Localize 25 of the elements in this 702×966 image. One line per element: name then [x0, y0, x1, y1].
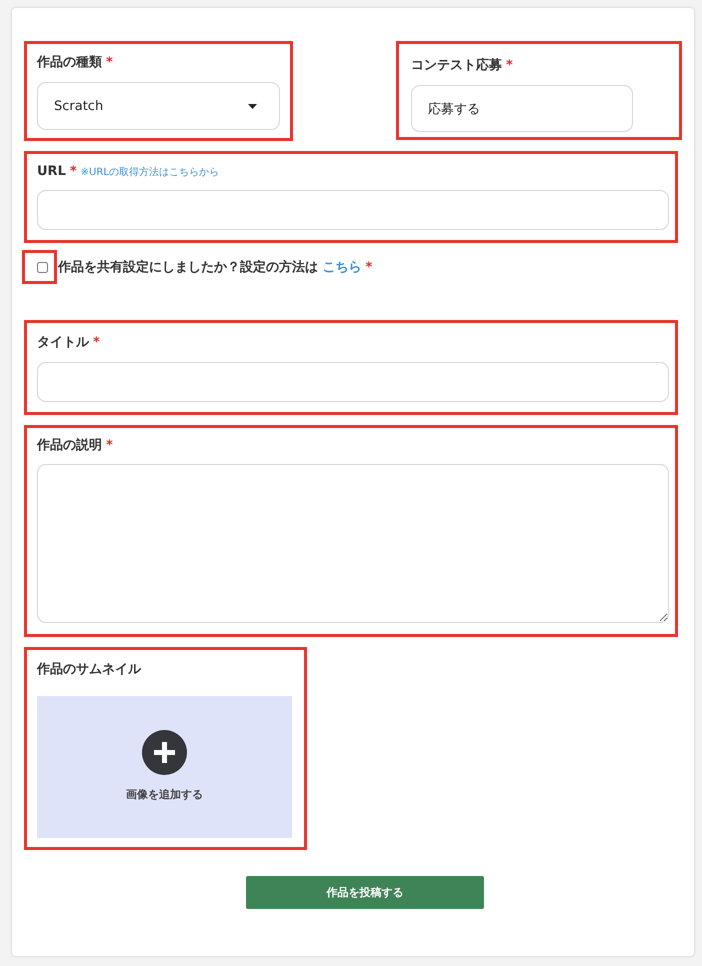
type-select[interactable]: Scratch — [37, 82, 280, 130]
upload-label: 画像を追加する — [126, 787, 203, 802]
field-label: タイトル — [37, 334, 89, 351]
field-label: URL — [37, 164, 66, 179]
required-mark: * — [70, 164, 77, 179]
upload-area[interactable]: 画像を追加する — [37, 696, 292, 838]
checkbox[interactable] — [37, 262, 48, 272]
required-mark: * — [366, 260, 372, 274]
required-mark: * — [106, 55, 113, 70]
required-mark: * — [506, 58, 513, 73]
field-label: 作品のサムネイル — [37, 661, 141, 678]
required-mark: * — [93, 335, 100, 350]
field-label: 作品の説明 — [37, 437, 102, 454]
text-field[interactable] — [37, 190, 669, 230]
share-question: 作品を共有設定にしましたか？設定の方法は こちら — [58, 258, 362, 276]
field-label: 作品の種類 — [37, 54, 102, 71]
text-field[interactable] — [37, 362, 669, 402]
required-mark: * — [106, 438, 113, 453]
submit-button[interactable]: 作品を投稿する — [246, 876, 484, 909]
text-field[interactable]: 応募する — [411, 85, 633, 132]
add-icon — [142, 730, 187, 775]
select-value: Scratch — [54, 98, 104, 114]
field-label: コンテスト応募 — [411, 56, 502, 74]
caret-icon — [248, 104, 257, 108]
description-field[interactable] — [37, 464, 669, 623]
